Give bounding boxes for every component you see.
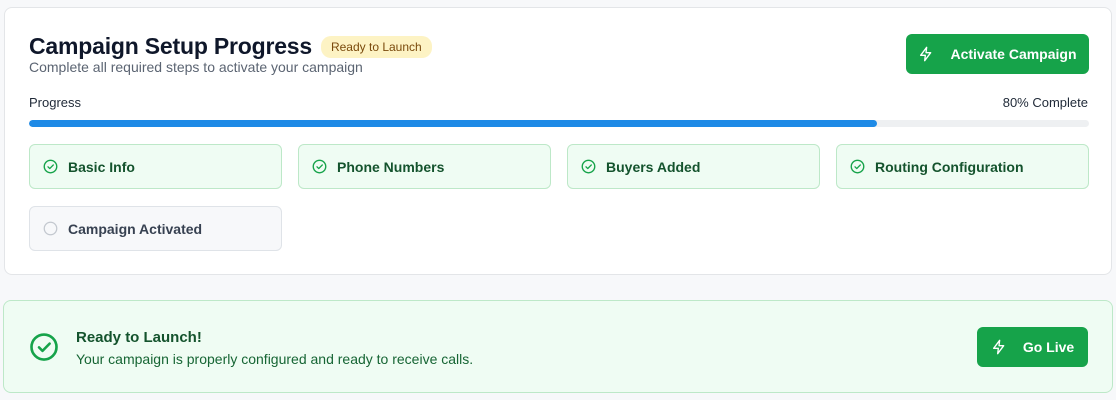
page-title: Campaign Setup Progress <box>29 33 312 59</box>
check-circle-icon <box>581 159 596 174</box>
check-circle-icon <box>43 159 58 174</box>
empty-circle-icon <box>43 221 58 236</box>
step-label: Campaign Activated <box>68 220 203 237</box>
lightning-icon <box>991 339 1007 355</box>
step-label: Basic Info <box>68 158 135 175</box>
step-label: Phone Numbers <box>337 158 445 175</box>
progress-label: Progress <box>29 95 82 110</box>
lightning-icon <box>918 46 934 62</box>
campaign-setup-card: Campaign Setup Progress Ready to Launch … <box>4 7 1112 275</box>
step-label: Buyers Added <box>606 158 701 175</box>
check-circle-icon <box>850 159 865 174</box>
step-buyers-added[interactable]: Buyers Added <box>567 144 820 189</box>
progress-percent: 80% Complete <box>1002 95 1088 110</box>
banner-text: Your campaign is properly configured and… <box>76 351 474 367</box>
step-routing-configuration[interactable]: Routing Configuration <box>836 144 1089 189</box>
step-basic-info[interactable]: Basic Info <box>29 144 282 189</box>
progress-bar <box>29 120 1089 127</box>
banner-title: Ready to Launch! <box>76 329 202 346</box>
step-label: Routing Configuration <box>875 158 1024 175</box>
ready-banner: Ready to Launch! Your campaign is proper… <box>3 300 1113 393</box>
check-circle-icon <box>312 159 327 174</box>
step-phone-numbers[interactable]: Phone Numbers <box>298 144 551 189</box>
progress-bar-fill <box>29 120 877 127</box>
go-live-button[interactable]: Go Live <box>977 327 1088 367</box>
page-subtitle: Complete all required steps to activate … <box>29 59 363 75</box>
activate-campaign-label: Activate Campaign <box>950 46 1077 62</box>
step-campaign-activated[interactable]: Campaign Activated <box>29 206 282 251</box>
status-badge: Ready to Launch <box>320 35 432 58</box>
go-live-label: Go Live <box>1022 339 1075 355</box>
activate-campaign-button[interactable]: Activate Campaign <box>906 34 1089 74</box>
check-circle-icon <box>29 332 59 362</box>
title-row: Campaign Setup Progress Ready to Launch <box>29 33 432 60</box>
